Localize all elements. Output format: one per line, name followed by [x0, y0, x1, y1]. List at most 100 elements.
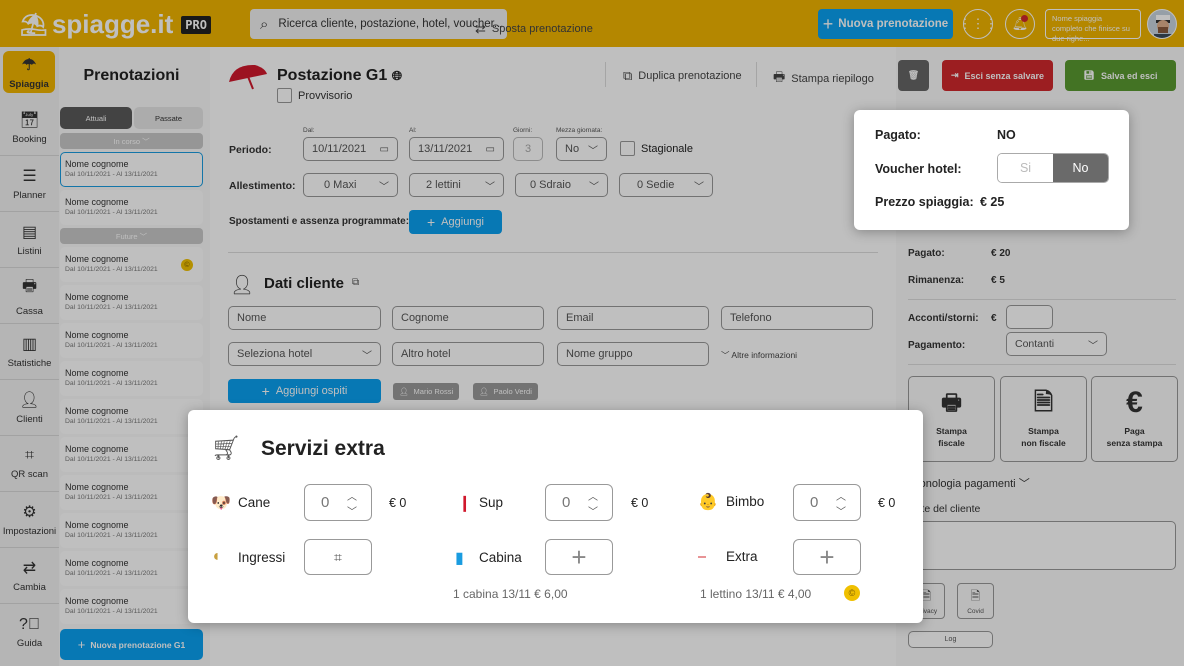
avatar[interactable]: [1147, 9, 1177, 39]
chevron-up-icon[interactable]: ︿: [347, 488, 357, 503]
doc-label: Covid: [967, 608, 984, 615]
print-summary-button[interactable]: 🖶︎ Stampa riepilogo: [773, 68, 874, 90]
scan-qr-button[interactable]: ⌗: [304, 539, 372, 575]
notes-textarea[interactable]: [908, 521, 1176, 570]
duplicate-booking-button[interactable]: ⧉ Duplica prenotazione: [623, 68, 742, 84]
booking-item[interactable]: Nome cognome Dal 10/11/2021 - Al 13/11/20…: [60, 323, 203, 358]
booking-name: Nome cognome: [65, 482, 129, 492]
pay-without-print-button[interactable]: € Paga senza stampa: [1091, 376, 1178, 462]
tab-past[interactable]: Passate: [134, 107, 203, 129]
voucher-yes-option[interactable]: Si: [998, 154, 1053, 182]
lettini-select[interactable]: 2 lettini ﹀: [409, 173, 504, 197]
other-hotel-input[interactable]: Altro hotel: [392, 342, 544, 366]
add-label: Aggiungi: [441, 216, 484, 228]
nav-spiaggia[interactable]: ☂ Spiaggia: [3, 51, 55, 93]
last-name-input[interactable]: Cognome: [392, 306, 544, 330]
chevron-down-icon: ﹀: [589, 181, 599, 193]
nav-booking[interactable]: 📅︎ Booking: [0, 100, 59, 156]
booking-item[interactable]: Nome cognome Dal 10/11/2021 - Al 13/11/20…: [60, 152, 203, 187]
nav-statistiche[interactable]: ▥ Statistiche: [0, 324, 59, 380]
chevron-down-icon[interactable]: ﹀: [347, 503, 357, 518]
booking-item[interactable]: Nome cognome Dal 10/11/2021 - Al 13/11/20…: [60, 551, 203, 586]
halfday-label: Mezza giornata:: [556, 127, 603, 134]
sdraio-select[interactable]: 0 Sdraio ﹀: [515, 173, 608, 197]
add-move-button[interactable]: + Aggiungi: [409, 210, 502, 234]
add-cabin-button[interactable]: +: [545, 539, 613, 575]
booking-dates: Dal 10/11/2021 - Al 13/11/2021: [65, 304, 158, 311]
to-date-input[interactable]: 13/11/2021 ▭: [409, 137, 504, 161]
new-booking-button[interactable]: + Nuova prenotazione: [818, 9, 953, 39]
nav-listini[interactable]: ▤ Listini: [0, 212, 59, 268]
days-value: 3: [524, 143, 532, 155]
booking-item[interactable]: Nome cognome Dal 10/11/2021 - Al 13/11/20…: [60, 285, 203, 320]
chevron-down-icon[interactable]: ﹀: [588, 503, 598, 518]
receipt-icon: 🗎︎: [1033, 389, 1054, 416]
guest-tag[interactable]: 👤︎ Mario Rossi: [393, 383, 460, 400]
chevron-up-icon[interactable]: ︿: [836, 488, 846, 503]
save-and-exit-button[interactable]: 💾︎ Salva ed esci: [1065, 60, 1176, 91]
notifications-button[interactable]: 🔔︎: [1005, 9, 1035, 39]
first-name-input[interactable]: Nome: [228, 306, 381, 330]
halfday-select[interactable]: No ﹀: [556, 137, 607, 161]
baby-quantity-stepper[interactable]: 0 ︿ ﹀: [793, 484, 861, 521]
exit-without-saving-button[interactable]: ⇥ Esci senza salvare: [942, 60, 1053, 91]
provisional-checkbox[interactable]: Provvisorio: [277, 88, 352, 103]
chevron-down-icon[interactable]: ﹀: [836, 503, 846, 518]
booking-item[interactable]: Nome cognome Dal 10/11/2021 - Al 13/11/20…: [60, 589, 203, 624]
sup-quantity-stepper[interactable]: 0 ︿ ﹀: [545, 484, 613, 521]
booking-dates: Dal 10/11/2021 - Al 13/11/2021: [65, 418, 158, 425]
booking-dates: Dal 10/11/2021 - Al 13/11/2021: [65, 608, 158, 615]
hotel-select[interactable]: Seleziona hotel ﹀: [228, 342, 381, 366]
tab-current[interactable]: Attuali: [60, 107, 132, 129]
seasonal-checkbox[interactable]: Stagionale: [620, 141, 693, 156]
booking-item[interactable]: Nome cognome Dal 10/11/2021 - Al 13/11/20…: [60, 475, 203, 510]
more-info-toggle[interactable]: ﹀ Altre informazioni: [721, 349, 797, 361]
new-booking-g1-button[interactable]: + Nuova prenotazione G1: [60, 629, 203, 660]
guest-tag[interactable]: 👤︎ Paolo Verdi: [473, 383, 538, 400]
checkbox[interactable]: [620, 141, 635, 156]
delete-button[interactable]: 🗑︎: [898, 60, 929, 91]
chevron-up-icon[interactable]: ︿: [588, 488, 598, 503]
maxi-select[interactable]: 0 Maxi ﹀: [303, 173, 398, 197]
checkbox[interactable]: [277, 88, 292, 103]
nav-planner[interactable]: ☰ Planner: [0, 156, 59, 212]
booking-item[interactable]: Nome cognome Dal 10/11/2021 - Al 13/11/20…: [60, 361, 203, 396]
add-extra-button[interactable]: +: [793, 539, 861, 575]
booking-name: Nome cognome: [65, 406, 129, 416]
nav-cassa[interactable]: 🖶︎ Cassa: [0, 268, 59, 324]
voucher-toggle[interactable]: Si No: [997, 153, 1109, 183]
nav-qr-scan[interactable]: ⌗ QR scan: [0, 436, 59, 492]
booking-item[interactable]: Nome cognome Dal 10/11/2021 - Al 13/11/20…: [60, 513, 203, 548]
covid-button[interactable]: 🗎︎ Covid: [957, 583, 994, 619]
email-input[interactable]: Email: [557, 306, 709, 330]
print-nonfiscal-button[interactable]: 🗎︎ Stampa non fiscale: [1000, 376, 1087, 462]
apps-button[interactable]: ⋮⋮⋮: [959, 9, 998, 39]
voucher-no-option[interactable]: No: [1053, 154, 1108, 182]
search-input[interactable]: ⌕ Ricerca cliente, postazione, hotel, vo…: [250, 9, 507, 39]
beach-selector[interactable]: Nome spiaggia completo che finisce su du…: [1045, 9, 1141, 43]
brand-logo[interactable]: ⛱ spiagge.it PRO: [20, 9, 211, 40]
nav-guida[interactable]: ?⃝ Guida: [0, 604, 59, 660]
group-future[interactable]: Future ﹀: [60, 228, 203, 244]
group-name-input[interactable]: Nome gruppo: [557, 342, 709, 366]
open-external-icon[interactable]: ⧉: [352, 277, 359, 288]
nav-cambia[interactable]: ⇄ Cambia: [0, 548, 59, 604]
payment-method-select[interactable]: Contanti ﹀: [1006, 332, 1107, 356]
add-guests-button[interactable]: + Aggiungi ospiti: [228, 379, 381, 403]
nav-clienti[interactable]: 👤︎ Clienti: [0, 380, 59, 436]
from-date-input[interactable]: 10/11/2021 ▭: [303, 137, 398, 161]
nav-impostazioni[interactable]: ⚙ Impostazioni: [0, 492, 59, 548]
booking-item[interactable]: Nome cognome Dal 10/11/2021 - Al 13/11/20…: [60, 190, 203, 225]
booking-item[interactable]: Nome cognome Dal 10/11/2021 - Al 13/11/20…: [60, 437, 203, 472]
payment-history-toggle[interactable]: Cronologia pagamenti ﹀: [908, 475, 1030, 491]
move-booking-button[interactable]: ⇄ Sposta prenotazione: [475, 21, 593, 37]
deposits-input[interactable]: [1006, 305, 1053, 329]
group-ongoing[interactable]: In corso ﹀: [60, 133, 203, 149]
log-button[interactable]: Log: [908, 631, 993, 648]
extras-title: Servizi extra: [261, 437, 385, 460]
sedie-select[interactable]: 0 Sedie ﹀: [619, 173, 713, 197]
booking-item[interactable]: Nome cognome Dal 10/11/2021 - Al 13/11/20…: [60, 399, 203, 434]
booking-item[interactable]: Nome cognome Dal 10/11/2021 - Al 13/11/20…: [60, 247, 203, 282]
dog-quantity-stepper[interactable]: 0 ︿ ﹀: [304, 484, 372, 521]
phone-input[interactable]: Telefono: [721, 306, 873, 330]
